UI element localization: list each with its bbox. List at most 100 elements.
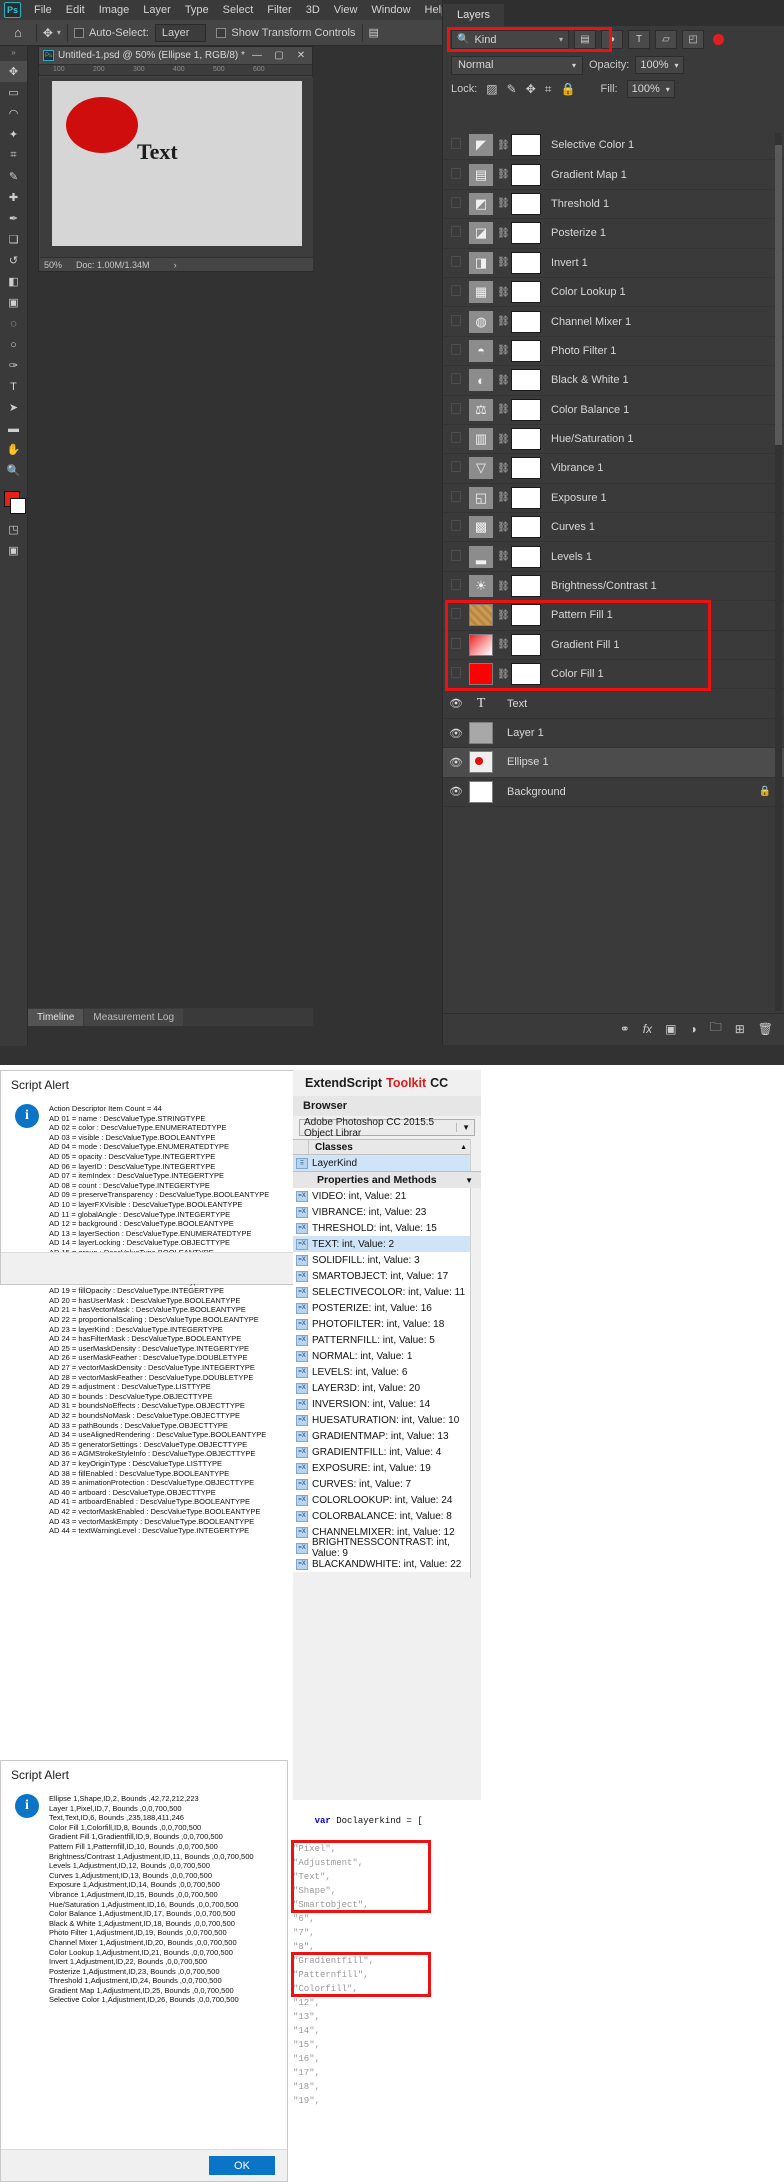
ellipse-shape[interactable] xyxy=(66,97,138,153)
path-select-tool-icon[interactable]: ➤ xyxy=(0,397,27,418)
layer-mask-thumbnail[interactable] xyxy=(511,575,541,598)
panel-collapse-icon[interactable]: » xyxy=(0,46,27,61)
property-list-item[interactable]: =X EXPOSURE: int, Value: 19 xyxy=(293,1460,470,1476)
layer-mask-link-icon[interactable]: ⛓ xyxy=(497,228,510,239)
layer-thumbnail[interactable] xyxy=(469,722,493,744)
canvas-area[interactable]: Text xyxy=(40,77,313,257)
layer-name[interactable]: Brightness/Contrast 1 xyxy=(551,580,657,592)
layer-row[interactable]: ▤ ⛓ Gradient Map 1 xyxy=(443,160,784,190)
layer-mask-thumbnail[interactable] xyxy=(511,428,541,451)
layer-name[interactable]: Layer 1 xyxy=(507,727,544,739)
layer-mask-thumbnail[interactable] xyxy=(511,633,541,656)
layer-visibility-icon[interactable] xyxy=(443,637,469,652)
layer-mask-thumbnail[interactable] xyxy=(511,398,541,421)
layer-visibility-icon[interactable] xyxy=(443,667,469,681)
marquee-tool-icon[interactable]: ▭ xyxy=(0,82,27,103)
layer-thumbnail[interactable]: ◤ xyxy=(469,134,493,157)
layer-visibility-icon[interactable] xyxy=(443,549,469,564)
layer-thumbnail[interactable]: ▤ xyxy=(469,163,493,186)
tab-timeline[interactable]: Timeline xyxy=(28,1009,84,1026)
property-list-item[interactable]: =X POSTERIZE: int, Value: 16 xyxy=(293,1300,470,1316)
layer-visibility-icon[interactable] xyxy=(443,314,469,329)
layer-mask-thumbnail[interactable] xyxy=(511,604,541,627)
property-list-item[interactable]: =X CURVES: int, Value: 7 xyxy=(293,1476,470,1492)
auto-select-scope-dropdown[interactable]: Layer xyxy=(154,23,207,42)
layer-thumbnail[interactable]: ▂ xyxy=(469,545,493,568)
healing-brush-tool-icon[interactable]: ✚ xyxy=(0,187,27,208)
zoom-tool-icon[interactable]: 🔍 xyxy=(0,460,27,481)
color-swatches[interactable] xyxy=(0,489,27,519)
layer-mask-link-icon[interactable]: ⛓ xyxy=(497,140,510,151)
layer-thumbnail[interactable]: ◓ xyxy=(469,339,493,362)
type-tool-icon[interactable]: T xyxy=(0,376,27,397)
layer-name[interactable]: Text xyxy=(507,698,527,710)
quick-select-tool-icon[interactable]: ✦ xyxy=(0,124,27,145)
new-fill-adjustment-icon[interactable]: ◑ xyxy=(689,1022,696,1036)
layer-thumbnail[interactable] xyxy=(469,663,493,686)
blur-tool-icon[interactable]: ◌ xyxy=(0,313,27,334)
layer-name[interactable]: Levels 1 xyxy=(551,551,592,563)
layer-name[interactable]: Posterize 1 xyxy=(551,227,606,239)
layer-row[interactable]: ▥ ⛓ Hue/Saturation 1 xyxy=(443,425,784,455)
layer-row[interactable]: ⛓ Gradient Fill 1 xyxy=(443,631,784,661)
classes-scrollbar[interactable] xyxy=(470,1139,481,1171)
layer-name[interactable]: Photo Filter 1 xyxy=(551,345,616,357)
chevron-down-icon[interactable]: ▾ xyxy=(57,28,61,37)
layer-thumbnail[interactable]: ⚖ xyxy=(469,398,493,421)
layer-mask-link-icon[interactable]: ⛓ xyxy=(497,581,510,592)
layer-mask-link-icon[interactable]: ⛓ xyxy=(497,198,510,209)
code-line[interactable]: "12", xyxy=(293,1996,573,2010)
filter-adjustment-icon[interactable]: ◑ xyxy=(601,30,623,49)
layer-name[interactable]: Gradient Map 1 xyxy=(551,169,627,181)
auto-select-checkbox[interactable] xyxy=(73,27,84,38)
crop-tool-icon[interactable]: ⌗ xyxy=(0,145,27,166)
layer-visibility-icon[interactable] xyxy=(443,255,469,270)
property-list-item[interactable]: =X SELECTIVECOLOR: int, Value: 11 xyxy=(293,1284,470,1300)
filter-pixel-icon[interactable]: ▤ xyxy=(574,30,596,49)
link-layers-icon[interactable]: ⚭ xyxy=(620,1022,630,1036)
layer-row[interactable]: ◱ ⛓ Exposure 1 xyxy=(443,484,784,514)
classes-list[interactable]: ⠿ LayerKind xyxy=(293,1155,470,1171)
eyedropper-tool-icon[interactable]: ✎ xyxy=(0,166,27,187)
layer-mask-link-icon[interactable]: ⛓ xyxy=(497,257,510,268)
layer-name[interactable]: Gradient Fill 1 xyxy=(551,639,619,651)
layer-visibility-icon[interactable] xyxy=(443,461,469,475)
code-line[interactable]: "Patternfill", xyxy=(293,1968,573,1982)
layer-name[interactable]: Pattern Fill 1 xyxy=(551,609,613,621)
layer-thumbnail[interactable]: T xyxy=(469,693,493,715)
sort-ascending-icon[interactable]: ▲ xyxy=(460,1144,470,1151)
code-line[interactable]: "Smartobject", xyxy=(293,1898,573,1912)
tab-measurement-log[interactable]: Measurement Log xyxy=(84,1009,184,1026)
layer-name[interactable]: Background xyxy=(507,786,566,798)
layer-thumbnail[interactable]: ◩ xyxy=(469,192,493,215)
property-list-item[interactable]: =X SMARTOBJECT: int, Value: 17 xyxy=(293,1268,470,1284)
property-list-item[interactable]: =X GRADIENTFILL: int, Value: 4 xyxy=(293,1444,470,1460)
history-brush-tool-icon[interactable]: ↺ xyxy=(0,250,27,271)
blend-mode-dropdown[interactable]: Normal ▾ xyxy=(451,55,583,75)
lasso-tool-icon[interactable]: ◠ xyxy=(0,103,27,124)
layer-row[interactable]: ☀ ⛓ Brightness/Contrast 1 xyxy=(443,572,784,602)
layer-row[interactable]: 👁 Background 🔒 xyxy=(443,778,784,807)
menu-item-layer[interactable]: Layer xyxy=(136,2,178,18)
code-line[interactable]: "Shape", xyxy=(293,1884,573,1898)
layer-mask-thumbnail[interactable] xyxy=(511,457,541,480)
property-list-item[interactable]: =X HUESATURATION: int, Value: 10 xyxy=(293,1412,470,1428)
layer-name[interactable]: Hue/Saturation 1 xyxy=(551,433,634,445)
code-line[interactable]: "19", xyxy=(293,2094,573,2108)
property-list-item[interactable]: =X THRESHOLD: int, Value: 15 xyxy=(293,1220,470,1236)
layer-mask-thumbnail[interactable] xyxy=(511,222,541,245)
layer-row[interactable]: ◤ ⛓ Selective Color 1 xyxy=(443,131,784,161)
property-list-item[interactable]: =X LEVELS: int, Value: 6 xyxy=(293,1364,470,1380)
property-list-item[interactable]: =X SOLIDFILL: int, Value: 3 xyxy=(293,1252,470,1268)
layer-mask-link-icon[interactable]: ⛓ xyxy=(497,669,510,680)
quick-mask-icon[interactable]: ◳ xyxy=(0,519,27,540)
code-line[interactable]: "14", xyxy=(293,2024,573,2038)
code-editor[interactable]: var Doclayerkind = [ "Pixel", "Adjustment… xyxy=(291,1800,573,2182)
canvas[interactable]: Text xyxy=(52,81,302,246)
layer-thumbnail[interactable]: ◍ xyxy=(469,310,493,333)
menu-item-select[interactable]: Select xyxy=(216,2,261,18)
layer-thumbnail[interactable]: ☀ xyxy=(469,575,493,598)
layer-visibility-icon[interactable] xyxy=(443,343,469,358)
layer-thumbnail[interactable]: ◱ xyxy=(469,486,493,509)
layer-mask-thumbnail[interactable] xyxy=(511,134,541,157)
